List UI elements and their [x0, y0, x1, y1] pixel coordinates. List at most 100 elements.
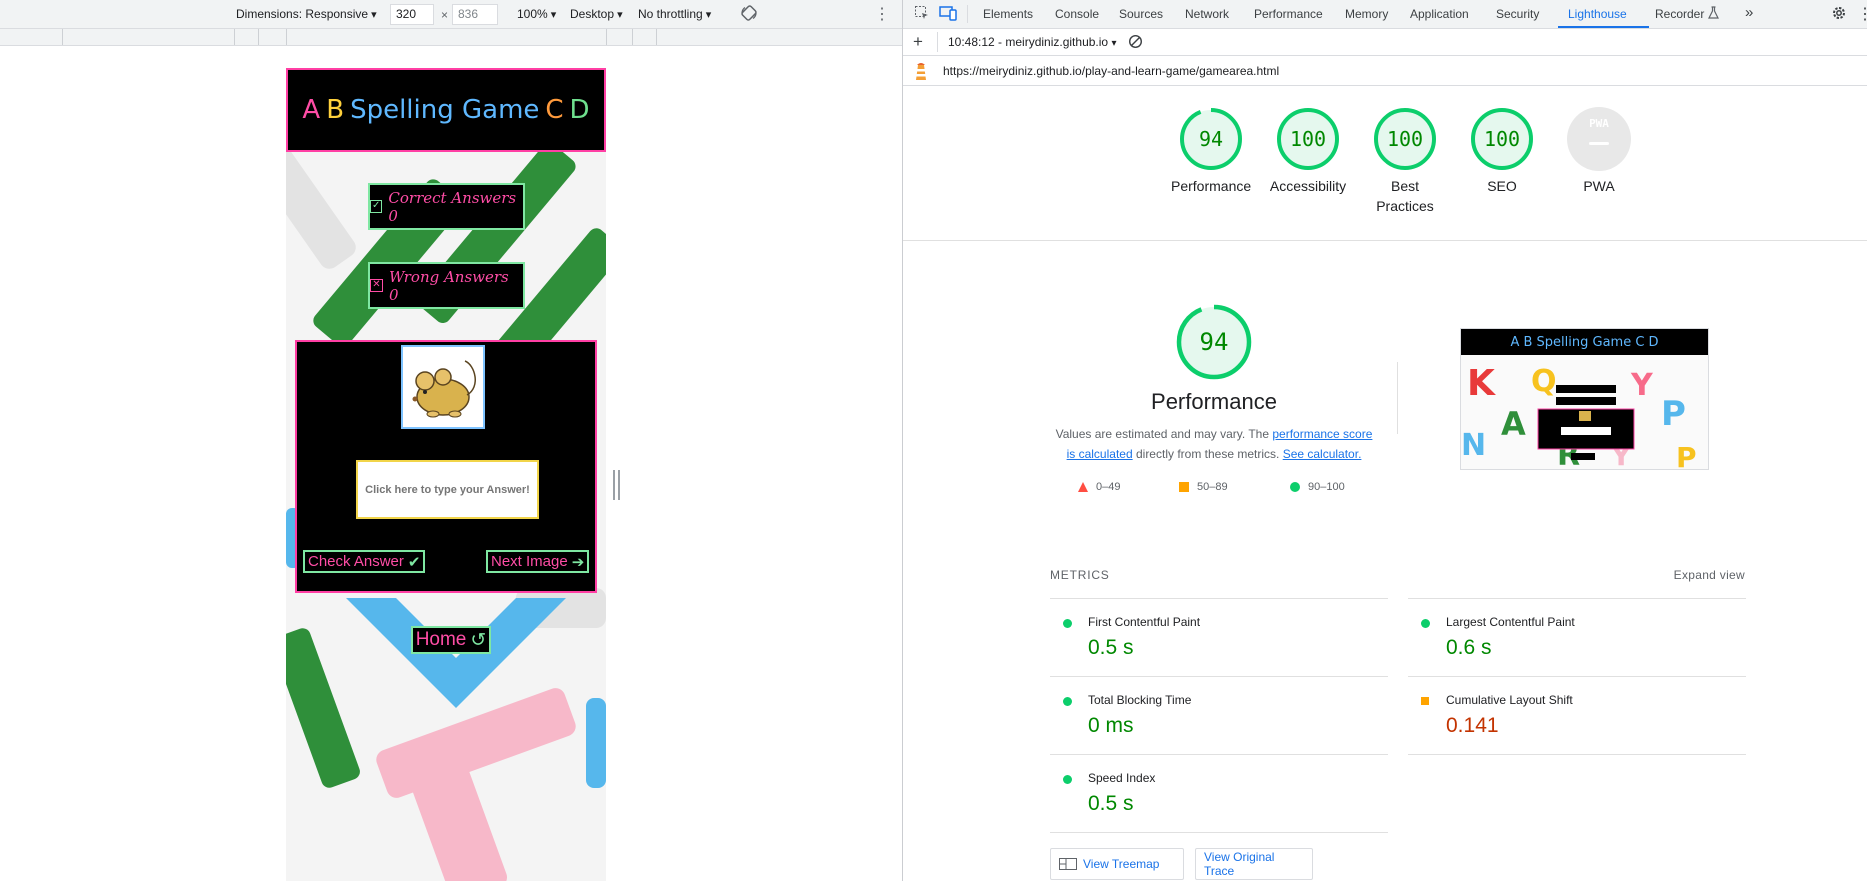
- title-letter-b: B: [326, 95, 345, 125]
- metric-first-contentful-paint: First Contentful Paint 0.5 s: [1050, 598, 1388, 676]
- performance-big-score: 94: [1199, 328, 1229, 356]
- devtools-tab-bar: Elements Console Sources Network Perform…: [903, 0, 1867, 29]
- height-input[interactable]: 836: [452, 4, 498, 25]
- x-box-icon: ✕: [370, 279, 383, 292]
- home-label: Home: [415, 629, 467, 650]
- final-screenshot[interactable]: A B Spelling Game C D K A Q N R Y P Y P: [1460, 328, 1709, 470]
- zoom-dropdown[interactable]: 100%: [517, 7, 556, 21]
- tab-memory[interactable]: Memory: [1345, 7, 1388, 21]
- performance-description: Values are estimated and may vary. The p…: [1053, 424, 1375, 464]
- vertical-separator: [1397, 362, 1398, 434]
- viewport-resize-handle[interactable]: [613, 470, 620, 500]
- metric-total-blocking-time: Total Blocking Time 0 ms: [1050, 676, 1388, 754]
- tab-recorder[interactable]: Recorder: [1655, 7, 1704, 21]
- page-header: A B Spelling Game C D: [286, 68, 606, 152]
- answer-input[interactable]: [356, 460, 539, 519]
- mouse-illustration: [412, 360, 476, 418]
- dimensions-dropdown[interactable]: Dimensions: Responsive: [236, 7, 377, 21]
- metric-name: Total Blocking Time: [1088, 693, 1192, 707]
- tab-network[interactable]: Network: [1185, 7, 1229, 21]
- correct-answers-label: Correct Answers 0: [388, 188, 517, 225]
- home-button[interactable]: Home ↺: [411, 626, 491, 654]
- lighthouse-logo-icon: [912, 61, 930, 84]
- svg-text:N: N: [1461, 428, 1486, 463]
- performance-desc-text-2: directly from these metrics.: [1132, 447, 1283, 461]
- device-toolbar: Dimensions: Responsive 320 × 836 100% De…: [0, 0, 902, 29]
- more-options-icon[interactable]: ⋮: [874, 4, 890, 24]
- pass-dot-icon: [1063, 775, 1072, 784]
- emulated-page: A B Spelling Game C D ✓ Correct Answers …: [286, 68, 606, 881]
- flask-icon: [1708, 6, 1719, 22]
- wrong-answers-counter: ✕ Wrong Answers 0: [368, 262, 525, 309]
- legend-average: 50–89: [1179, 481, 1228, 493]
- see-calculator-link[interactable]: See calculator.: [1283, 447, 1362, 461]
- report-selector[interactable]: 10:48:12 - meirydiniz.github.io ▾: [948, 35, 1116, 49]
- new-report-plus-icon[interactable]: +: [913, 32, 923, 52]
- metric-cumulative-layout-shift: Cumulative Layout Shift 0.141: [1408, 676, 1746, 754]
- pass-dot-icon: [1063, 697, 1072, 706]
- gauge-accessibility-label: Accessibility: [1269, 178, 1347, 194]
- throttling-dropdown[interactable]: No throttling: [638, 7, 711, 21]
- report-url[interactable]: https://meirydiniz.github.io/play-and-le…: [943, 64, 1279, 78]
- tab-console[interactable]: Console: [1055, 7, 1099, 21]
- treemap-icon: [1059, 858, 1077, 870]
- devtools-panel: Elements Console Sources Network Perform…: [902, 0, 1867, 881]
- view-treemap-label: View Treemap: [1083, 857, 1160, 871]
- gauge-performance-label: Performance: [1171, 178, 1252, 194]
- orange-square-icon: [1179, 482, 1189, 492]
- tab-sources[interactable]: Sources: [1119, 7, 1163, 21]
- tab-application[interactable]: Application: [1410, 7, 1469, 21]
- green-circle-icon: [1290, 482, 1300, 492]
- gauge-accessibility[interactable]: 100 Accessibility: [1268, 107, 1348, 196]
- gauge-seo[interactable]: 100 SEO: [1462, 107, 1542, 196]
- gauge-performance[interactable]: 94 Performance: [1171, 107, 1251, 196]
- screenshot-letters-image: K A Q N R Y P Y P: [1461, 355, 1708, 469]
- metric-value: 0.6 s: [1446, 636, 1492, 659]
- inspect-element-icon[interactable]: [914, 5, 930, 24]
- red-triangle-icon: [1078, 482, 1088, 492]
- screenshot-title: A B Spelling Game C D: [1461, 329, 1708, 355]
- media-query-ruler: [0, 29, 902, 46]
- rotate-icon[interactable]: [740, 4, 758, 25]
- gauge-best-practices[interactable]: 100 Best Practices: [1365, 107, 1445, 216]
- metrics-heading: METRICS: [1050, 568, 1110, 582]
- legend-fail-range: 0–49: [1096, 481, 1121, 493]
- devtools-more-icon[interactable]: ⋮: [1857, 4, 1867, 24]
- expand-view-toggle[interactable]: Expand view: [1674, 568, 1745, 582]
- width-input[interactable]: 320: [390, 4, 434, 25]
- mouse-picture: [401, 345, 485, 429]
- tab-performance[interactable]: Performance: [1254, 7, 1323, 21]
- settings-gear-icon[interactable]: [1831, 5, 1847, 24]
- checkbox-icon: ✓: [370, 200, 383, 213]
- device-toggle-icon[interactable]: [939, 5, 957, 24]
- metrics-divider: [1050, 832, 1388, 833]
- view-treemap-button[interactable]: View Treemap: [1050, 848, 1184, 880]
- metric-value: 0.5 s: [1088, 636, 1134, 659]
- view-original-trace-button[interactable]: View Original Trace: [1195, 848, 1313, 880]
- page-title: Spelling Game: [350, 95, 540, 125]
- performance-big-gauge: 94: [1176, 304, 1252, 380]
- wrong-answers-label: Wrong Answers 0: [389, 267, 509, 304]
- metric-value: 0.5 s: [1088, 792, 1134, 815]
- pass-dot-icon: [1421, 619, 1430, 628]
- restart-icon: ↺: [470, 629, 487, 651]
- report-time-label: 10:48:12 - meirydiniz.github.io: [948, 35, 1109, 49]
- gauge-pwa-badge-text: PWA: [1589, 117, 1609, 130]
- device-type-dropdown[interactable]: Desktop: [570, 7, 623, 21]
- times-sign: ×: [441, 8, 449, 22]
- metric-speed-index: Speed Index 0.5 s: [1050, 754, 1388, 832]
- tab-elements[interactable]: Elements: [983, 7, 1033, 21]
- tab-security[interactable]: Security: [1496, 7, 1539, 21]
- tab-lighthouse[interactable]: Lighthouse: [1568, 7, 1627, 21]
- performance-heading: Performance: [1151, 389, 1277, 414]
- more-tabs-icon[interactable]: »: [1745, 4, 1753, 21]
- clear-reports-icon[interactable]: [1128, 34, 1143, 52]
- correct-answers-counter: ✓ Correct Answers 0: [368, 183, 525, 230]
- next-image-button[interactable]: Next Image ➔: [486, 550, 590, 573]
- check-answer-button[interactable]: Check Answer ✔: [303, 550, 426, 573]
- svg-text:A: A: [1501, 405, 1526, 443]
- game-area: Check Answer ✔ Next Image ➔: [295, 340, 597, 593]
- gauge-pwa[interactable]: PWA PWA: [1559, 107, 1639, 196]
- active-tab-indicator: [1558, 26, 1649, 28]
- report-url-bar: https://meirydiniz.github.io/play-and-le…: [903, 56, 1867, 86]
